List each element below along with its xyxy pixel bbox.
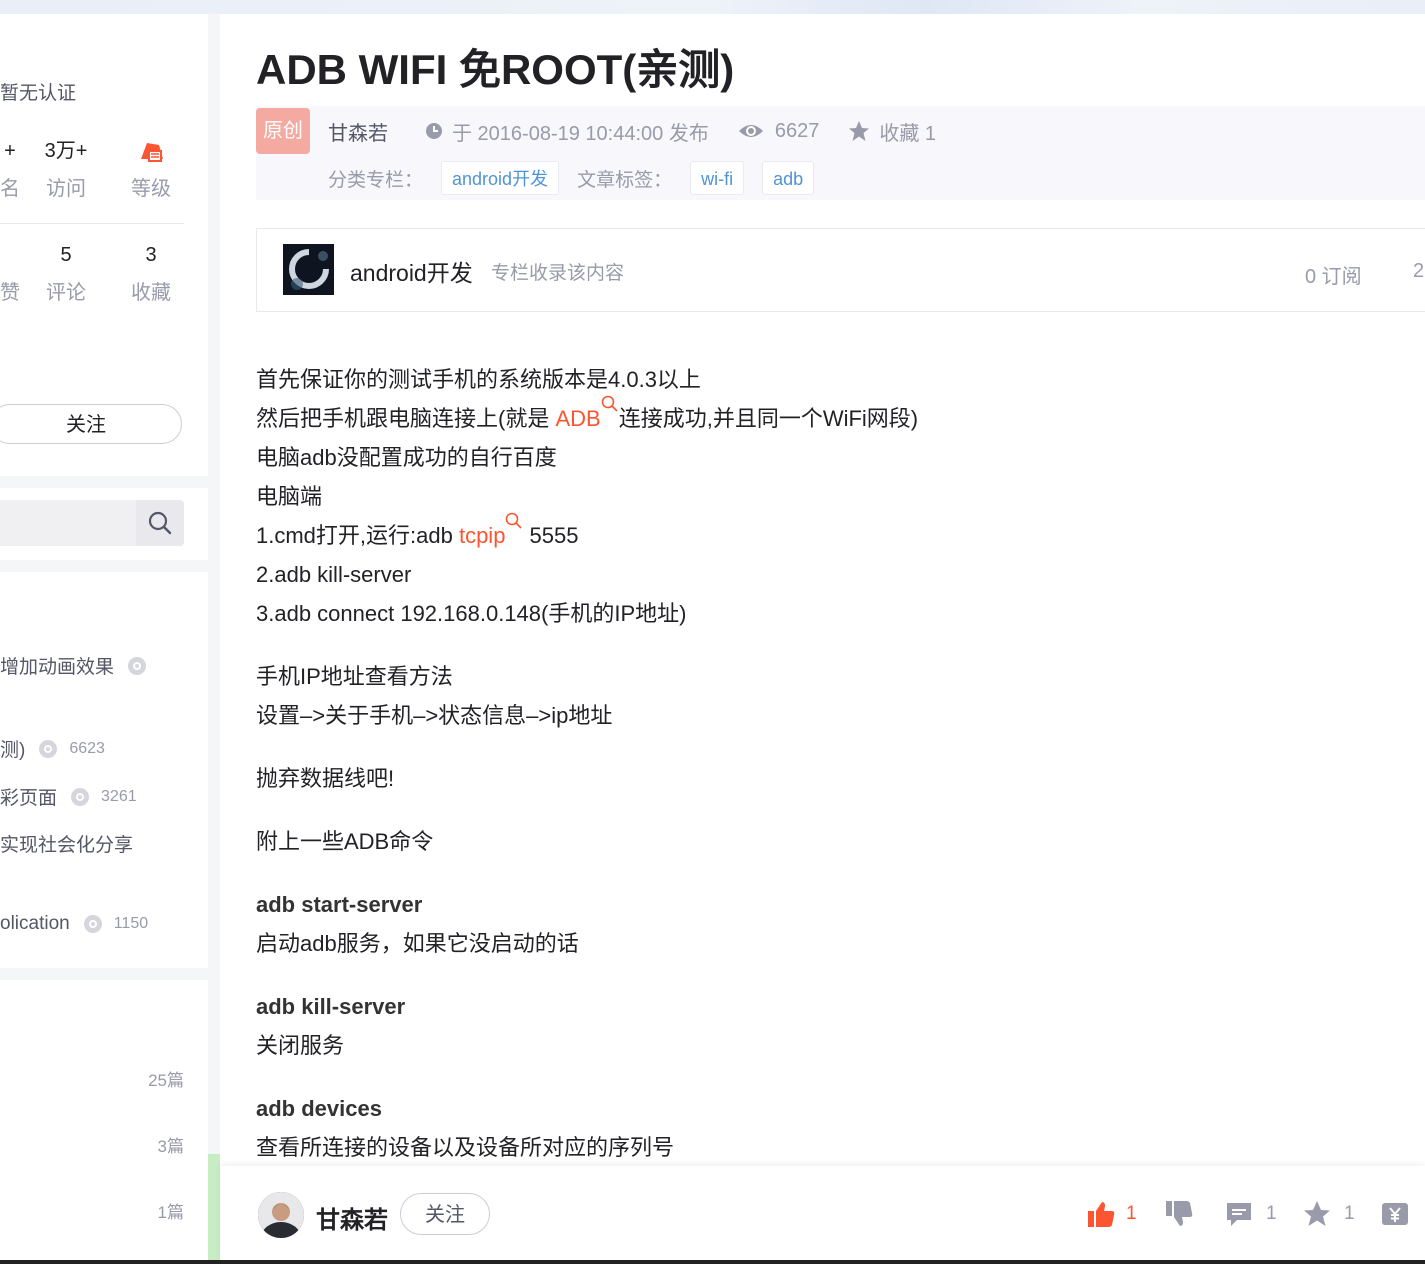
view-count: 6623 <box>69 739 105 757</box>
article-title: ADB WIFI 免ROOT(亲测) <box>256 46 735 93</box>
avatar[interactable] <box>258 1192 304 1238</box>
article-tags-row: 分类专栏： android开发 文章标签： wi-fi adb <box>328 160 815 196</box>
search-icon <box>506 512 523 529</box>
stat-visits[interactable]: 3万+ 访问 <box>24 139 108 201</box>
column-subscribers: 0 订阅 <box>1305 266 1362 288</box>
favorite-button[interactable]: 1 <box>1302 1198 1355 1230</box>
window-bottom-edge <box>0 1260 1425 1264</box>
publish-time: 于 2016-08-19 10:44:00 发布 <box>452 122 709 145</box>
level-icon <box>141 143 163 162</box>
stat-comments: 5 评论 <box>46 244 86 304</box>
comment-icon <box>1227 1203 1251 1226</box>
eye-icon <box>83 915 102 933</box>
hot-articles-card <box>0 572 208 968</box>
like-button[interactable]: 1 <box>1086 1198 1137 1230</box>
article-container <box>220 14 1425 1260</box>
article-body: 附上一些ADB命令 <box>256 822 1256 861</box>
search-icon <box>148 511 172 535</box>
thumbs-down-icon <box>1166 1201 1193 1226</box>
stats-divider <box>0 223 184 224</box>
author-name[interactable]: 甘森若 <box>316 1200 388 1235</box>
article-body: adb devices 查看所连接的设备以及设备所对应的序列号 <box>256 1089 1256 1167</box>
comment-count: 1 <box>1266 1203 1277 1224</box>
category-count[interactable]: 1篇 <box>158 1198 184 1223</box>
stat-favorites: 3 收藏 <box>131 244 171 304</box>
article-meta-row: 甘森若 于 2016-08-19 10:44:00 发布 6627 收藏 1 <box>328 117 936 145</box>
hot-article-item[interactable]: 增加动画效果 <box>0 652 148 679</box>
stat-level[interactable]: 等级 <box>109 139 193 201</box>
view-count: 1150 <box>113 915 149 932</box>
article-body: adb kill-server 关闭服务 <box>256 987 1256 1065</box>
hot-article-item[interactable]: 彩页面 3261 <box>0 783 137 810</box>
sidebar-search-input[interactable] <box>0 500 136 546</box>
column-logo-image <box>283 244 334 295</box>
category-tag[interactable]: android开发 <box>441 161 560 195</box>
eye-icon <box>39 739 58 758</box>
star-icon <box>849 121 870 141</box>
comment-button[interactable]: 1 <box>1224 1198 1277 1230</box>
category-count[interactable]: 3篇 <box>158 1132 184 1157</box>
paragraph: 2.adb kill-server <box>256 562 412 587</box>
hot-article-item[interactable]: olication 1150 <box>0 913 148 935</box>
author-avatar-image <box>258 1192 304 1238</box>
column-avatar[interactable] <box>283 244 334 295</box>
thumbs-up-icon <box>1088 1202 1115 1227</box>
article-body: 手机IP地址查看方法 设置–>关于手机–>状态信息–>ip地址 <box>256 657 1256 735</box>
article-tag[interactable]: wi-fi <box>690 161 745 195</box>
reward-icon <box>1382 1203 1408 1225</box>
paragraph: 电脑端 <box>256 484 323 509</box>
paragraph: 1.cmd打开,运行:adb tcpip 5555 <box>256 512 1256 555</box>
tags-label: 文章标签： <box>577 169 673 191</box>
eye-icon <box>738 125 763 137</box>
paragraph: 3.adb connect 192.168.0.148(手机的IP地址) <box>256 601 687 626</box>
favorite-count: 1 <box>1344 1203 1355 1224</box>
original-badge: 原创 <box>256 108 310 154</box>
eye-icon <box>71 787 90 806</box>
paragraph: 关闭服务 <box>256 1033 345 1058</box>
keyword-link[interactable]: tcpip <box>459 523 505 548</box>
sidebar-search-button[interactable] <box>136 500 184 546</box>
view-count: 6627 <box>774 119 820 142</box>
paragraph: 附上一些ADB命令 <box>256 829 434 854</box>
dislike-button[interactable] <box>1164 1198 1194 1230</box>
column-article-count: 2 <box>1413 260 1425 282</box>
view-count: 3261 <box>101 787 137 805</box>
reward-button[interactable] <box>1380 1198 1410 1230</box>
paragraph: 查看所连接的设备以及设备所对应的序列号 <box>256 1135 675 1160</box>
command-heading: adb start-server <box>256 892 423 917</box>
category-label: 分类专栏： <box>328 169 424 191</box>
column-name[interactable]: android开发 <box>350 254 473 288</box>
command-heading: adb kill-server <box>256 994 406 1019</box>
paragraph: 启动adb服务，如果它没启动的话 <box>256 931 579 956</box>
top-gradient-strip <box>0 0 1425 14</box>
like-count: 1 <box>1126 1203 1137 1224</box>
paragraph: 手机IP地址查看方法 <box>256 664 453 689</box>
article-body: adb start-server 启动adb服务，如果它没启动的话 <box>256 885 1256 963</box>
hot-article-item[interactable]: 测) 6623 <box>0 735 105 762</box>
verify-status: 暂无认证 <box>0 83 77 104</box>
article-body: 抛弃数据线吧! <box>256 759 1256 798</box>
keyword-link[interactable]: ADB <box>555 406 600 431</box>
side-accent-bar <box>208 1154 220 1260</box>
paragraph: 设置–>关于手机–>状态信息–>ip地址 <box>256 703 613 728</box>
author-link[interactable]: 甘森若 <box>328 117 388 146</box>
column-description: 专栏收录该内容 <box>491 263 625 284</box>
command-heading: adb devices <box>256 1096 382 1121</box>
star-icon <box>1304 1201 1330 1226</box>
category-count[interactable]: 25篇 <box>148 1066 184 1091</box>
eye-icon <box>128 656 147 675</box>
paragraph: 电脑adb没配置成功的自行百度 <box>256 445 557 470</box>
favorite-meta[interactable]: 收藏 1 <box>847 117 936 146</box>
follow-button[interactable]: 关注 <box>400 1193 490 1235</box>
article-body: 首先保证你的测试手机的系统版本是4.0.3以上 然后把手机跟电脑连接上(就是 A… <box>256 360 1256 633</box>
search-icon <box>601 395 618 412</box>
paragraph: 抛弃数据线吧! <box>256 766 395 791</box>
sidebar-follow-button[interactable]: 关注 <box>0 404 182 444</box>
paragraph: 然后把手机跟电脑连接上(就是 ADB 连接成功,并且同一个WiFi网段) <box>256 395 1256 438</box>
paragraph: 首先保证你的测试手机的系统版本是4.0.3以上 <box>256 367 701 392</box>
article-tag[interactable]: adb <box>762 161 815 195</box>
clock-icon <box>426 123 442 139</box>
hot-article-item[interactable]: 实现社会化分享 <box>0 830 133 857</box>
